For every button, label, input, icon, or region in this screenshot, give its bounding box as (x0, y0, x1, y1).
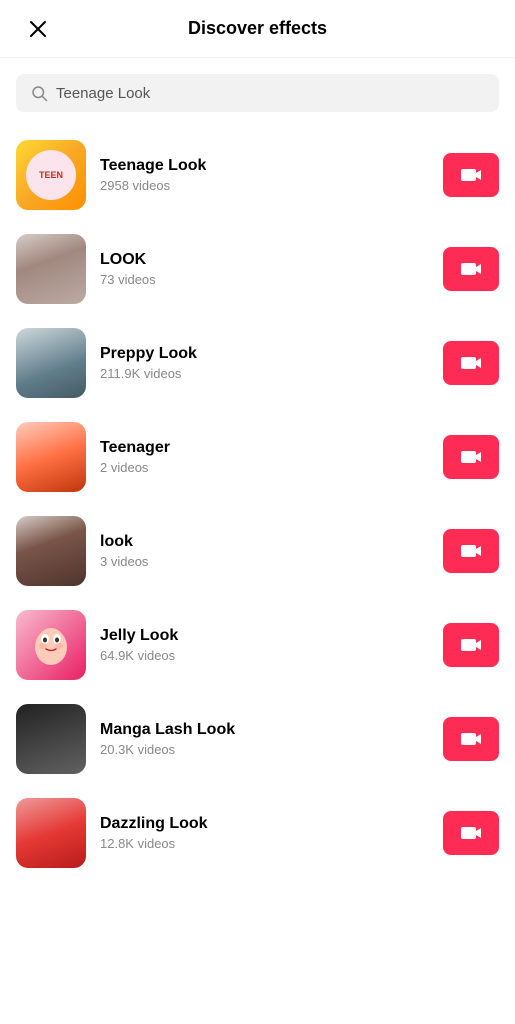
effect-name: Teenager (100, 439, 429, 457)
effect-thumbnail (16, 234, 86, 304)
record-button[interactable] (443, 153, 499, 197)
camera-icon (459, 539, 483, 563)
close-icon (29, 20, 47, 38)
effect-thumbnail (16, 422, 86, 492)
effect-info: look 3 videos (100, 533, 429, 569)
header: Discover effects (0, 0, 515, 58)
effect-info: Preppy Look 211.9K videos (100, 345, 429, 381)
effect-info: Teenager 2 videos (100, 439, 429, 475)
effect-info: Teenage Look 2958 videos (100, 157, 429, 193)
effect-info: LOOK 73 videos (100, 251, 429, 287)
list-item: Dazzling Look 12.8K videos (0, 786, 515, 880)
effect-count: 64.9K videos (100, 648, 429, 663)
list-item: Jelly Look 64.9K videos (0, 598, 515, 692)
camera-icon (459, 633, 483, 657)
list-item: look 3 videos (0, 504, 515, 598)
list-item: Manga Lash Look 20.3K videos (0, 692, 515, 786)
effect-count: 3 videos (100, 554, 429, 569)
effect-thumbnail (16, 704, 86, 774)
effect-info: Dazzling Look 12.8K videos (100, 815, 429, 851)
record-button[interactable] (443, 247, 499, 291)
camera-icon (459, 821, 483, 845)
list-item: LOOK 73 videos (0, 222, 515, 316)
effect-thumbnail (16, 798, 86, 868)
list-item: Preppy Look 211.9K videos (0, 316, 515, 410)
camera-icon (459, 257, 483, 281)
effect-count: 211.9K videos (100, 366, 429, 381)
effects-list: TEEN Teenage Look 2958 videos LOOK 73 vi… (0, 120, 515, 888)
effect-name: Jelly Look (100, 627, 429, 645)
record-button[interactable] (443, 529, 499, 573)
record-button[interactable] (443, 623, 499, 667)
effect-count: 73 videos (100, 272, 429, 287)
list-item: Teenager 2 videos (0, 410, 515, 504)
search-query: Teenage Look (56, 85, 150, 102)
effect-name: LOOK (100, 251, 429, 269)
effect-thumbnail (16, 328, 86, 398)
camera-icon (459, 445, 483, 469)
effect-thumbnail (16, 610, 86, 680)
effect-name: Teenage Look (100, 157, 429, 175)
effect-count: 20.3K videos (100, 742, 429, 757)
search-bar[interactable]: Teenage Look (16, 74, 499, 112)
record-button[interactable] (443, 717, 499, 761)
effect-info: Manga Lash Look 20.3K videos (100, 721, 429, 757)
record-button[interactable] (443, 435, 499, 479)
page-title: Discover effects (188, 18, 327, 39)
effect-count: 12.8K videos (100, 836, 429, 851)
effect-name: Manga Lash Look (100, 721, 429, 739)
effect-info: Jelly Look 64.9K videos (100, 627, 429, 663)
record-button[interactable] (443, 341, 499, 385)
effect-thumbnail (16, 516, 86, 586)
list-item: TEEN Teenage Look 2958 videos (0, 128, 515, 222)
effect-count: 2 videos (100, 460, 429, 475)
effect-name: Preppy Look (100, 345, 429, 363)
effect-thumbnail: TEEN (16, 140, 86, 210)
record-button[interactable] (443, 811, 499, 855)
camera-icon (459, 727, 483, 751)
effect-count: 2958 videos (100, 178, 429, 193)
search-icon (30, 84, 48, 102)
camera-icon (459, 351, 483, 375)
jelly-look-illustration (27, 621, 75, 669)
camera-icon (459, 163, 483, 187)
effect-name: Dazzling Look (100, 815, 429, 833)
effect-name: look (100, 533, 429, 551)
close-button[interactable] (20, 11, 56, 47)
